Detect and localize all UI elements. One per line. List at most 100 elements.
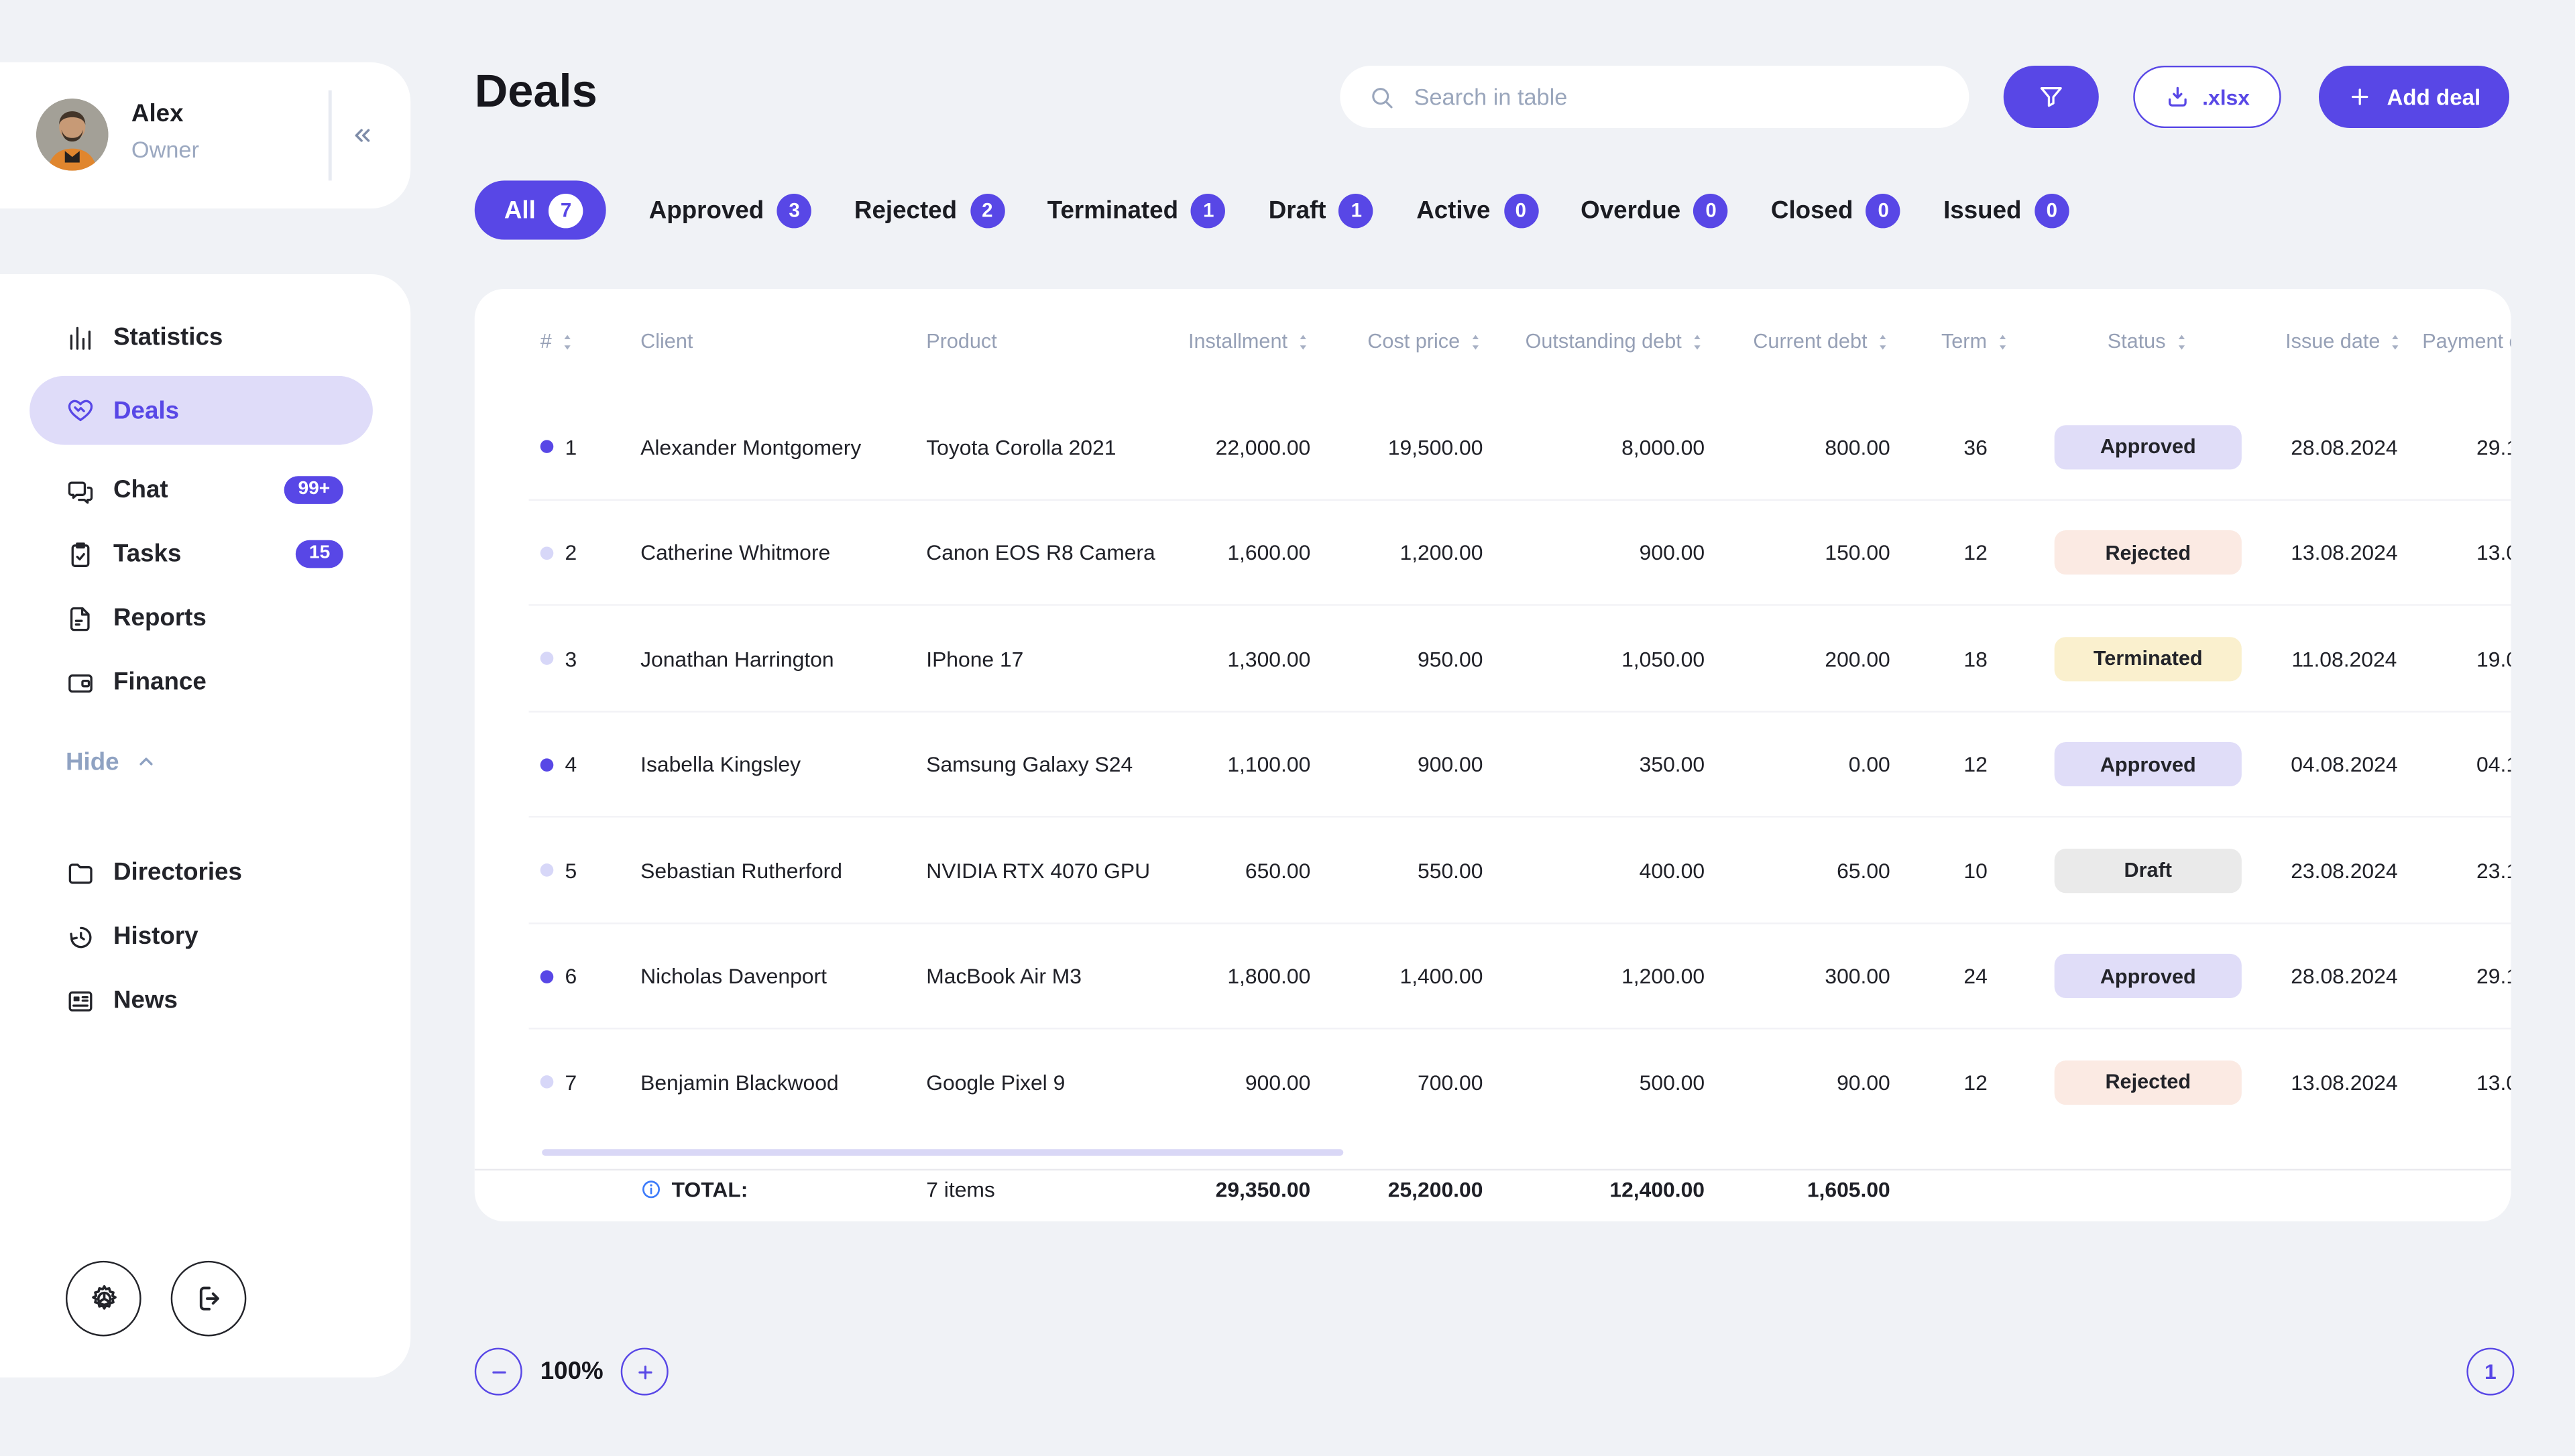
column-label: Status <box>2108 330 2166 353</box>
tab-label: Issued <box>1943 196 2021 225</box>
cell-product: MacBook Air M3 <box>926 964 1172 989</box>
tab-closed[interactable]: Closed 0 <box>1771 193 1901 227</box>
tasks-icon <box>66 539 95 568</box>
collapse-sidebar-button[interactable] <box>338 112 384 158</box>
row-dot <box>540 546 554 560</box>
tab-issued[interactable]: Issued 0 <box>1943 193 2069 227</box>
table-row[interactable]: 7 Benjamin Blackwood Google Pixel 9 900.… <box>475 1030 2511 1136</box>
cell-issue-date: 04.08.2024 <box>2267 752 2423 777</box>
history-icon <box>66 922 95 951</box>
column-header-cost[interactable]: Cost price <box>1310 330 1483 353</box>
cell-installment: 1,100.00 <box>1173 752 1311 777</box>
filter-button[interactable] <box>2004 66 2099 128</box>
tab-terminated[interactable]: Terminated 1 <box>1047 193 1226 227</box>
info-icon[interactable] <box>640 1178 662 1200</box>
search-input[interactable] <box>1411 82 1969 111</box>
cell-client: Benjamin Blackwood <box>640 1070 926 1095</box>
status-badge: Approved <box>2055 954 2242 998</box>
sidebar-item-label: Reports <box>113 604 207 632</box>
table-row[interactable]: 1 Alexander Montgomery Toyota Corolla 20… <box>475 394 2511 500</box>
funnel-icon <box>2037 82 2066 111</box>
cell-num: 4 <box>565 752 577 777</box>
row-dot <box>540 652 554 666</box>
sort-icon <box>2174 330 2189 352</box>
cell-outstanding-debt: 900.00 <box>1483 540 1705 565</box>
sort-icon <box>560 330 575 352</box>
export-xlsx-button[interactable]: .xlsx <box>2133 66 2281 128</box>
sidebar-item-deals[interactable]: Deals <box>30 376 373 445</box>
sidebar-item-statistics[interactable]: Statistics <box>0 306 410 370</box>
settings-button[interactable] <box>66 1261 141 1337</box>
sidebar-item-directories[interactable]: Directories <box>0 841 410 905</box>
page-number-button[interactable]: 1 <box>2466 1348 2514 1396</box>
cell-cost-price: 900.00 <box>1310 752 1483 777</box>
sidebar-item-chat[interactable]: Chat 99+ <box>0 458 410 522</box>
cell-product: Samsung Galaxy S24 <box>926 752 1172 777</box>
news-icon <box>66 986 95 1016</box>
zoom-in-button[interactable] <box>622 1348 669 1396</box>
column-header-current[interactable]: Current debt <box>1705 330 1921 353</box>
column-label: Term <box>1941 330 1987 353</box>
tab-count-badge: 0 <box>1866 193 1900 227</box>
cell-cost-price: 700.00 <box>1310 1070 1483 1095</box>
total-current-debt: 1,605.00 <box>1705 1177 1921 1202</box>
tab-count-badge: 0 <box>2035 193 2069 227</box>
table-row[interactable]: 3 Jonathan Harrington IPhone 17 1,300.00… <box>475 606 2511 712</box>
sidebar-nav-main: Statistics Deals Chat 99+ Tasks 15 Repor… <box>0 274 410 714</box>
add-deal-button[interactable]: Add deal <box>2319 66 2509 128</box>
tab-approved[interactable]: Approved 3 <box>649 193 811 227</box>
row-dot <box>540 758 554 772</box>
tab-overdue[interactable]: Overdue 0 <box>1581 193 1728 227</box>
column-header-num[interactable]: # <box>540 330 640 353</box>
minus-icon <box>487 1360 510 1383</box>
cell-term: 36 <box>1921 434 2030 459</box>
plus-icon <box>2348 84 2374 110</box>
cell-cost-price: 1,400.00 <box>1310 964 1483 989</box>
cell-product: NVIDIA RTX 4070 GPU <box>926 858 1172 883</box>
column-header-installment[interactable]: Installment <box>1173 330 1311 353</box>
tab-all[interactable]: All 7 <box>475 180 606 239</box>
cell-status: Terminated <box>2030 637 2267 681</box>
cell-status: Rejected <box>2030 1060 2267 1104</box>
tab-label: Overdue <box>1581 196 1680 225</box>
column-header-outstanding[interactable]: Outstanding debt <box>1483 330 1705 353</box>
cell-cost-price: 950.00 <box>1310 646 1483 671</box>
download-icon <box>2165 84 2191 110</box>
cell-outstanding-debt: 350.00 <box>1483 752 1705 777</box>
logout-button[interactable] <box>171 1261 247 1337</box>
tab-rejected[interactable]: Rejected 2 <box>854 193 1005 227</box>
sidebar-item-news[interactable]: News <box>0 969 410 1033</box>
tab-draft[interactable]: Draft 1 <box>1269 193 1374 227</box>
cell-product: IPhone 17 <box>926 646 1172 671</box>
tab-label: Draft <box>1269 196 1326 225</box>
sidebar-item-label: Finance <box>113 668 207 696</box>
zoom-out-button[interactable] <box>475 1348 522 1396</box>
tab-label: Rejected <box>854 196 957 225</box>
column-header-term[interactable]: Term <box>1921 330 2030 353</box>
sidebar-hide-button[interactable]: Hide <box>0 737 410 786</box>
cell-status: Approved <box>2030 743 2267 787</box>
table-total-row: TOTAL: 7 items 29,350.00 25,200.00 12,40… <box>475 1169 2511 1221</box>
profile-card[interactable]: Alex Owner <box>0 62 410 208</box>
sidebar-item-reports[interactable]: Reports <box>0 586 410 650</box>
tab-active[interactable]: Active 0 <box>1416 193 1538 227</box>
cell-payment-date: 29.1 <box>2422 434 2511 459</box>
table-row[interactable]: 6 Nicholas Davenport MacBook Air M3 1,80… <box>475 924 2511 1030</box>
sidebar-item-tasks[interactable]: Tasks 15 <box>0 522 410 587</box>
column-header-issue[interactable]: Issue date <box>2267 330 2423 353</box>
table-row[interactable]: 4 Isabella Kingsley Samsung Galaxy S24 1… <box>475 712 2511 818</box>
table-row[interactable]: 5 Sebastian Rutherford NVIDIA RTX 4070 G… <box>475 818 2511 924</box>
column-label: Installment <box>1188 330 1288 353</box>
sidebar-item-finance[interactable]: Finance <box>0 650 410 715</box>
table-row[interactable]: 2 Catherine Whitmore Canon EOS R8 Camera… <box>475 500 2511 606</box>
cell-status: Rejected <box>2030 531 2267 575</box>
tab-label: All <box>504 196 536 225</box>
sidebar-item-history[interactable]: History <box>0 904 410 969</box>
horizontal-scrollbar[interactable] <box>542 1149 1343 1156</box>
cell-current-debt: 0.00 <box>1705 752 1921 777</box>
column-header-status[interactable]: Status <box>2030 330 2267 353</box>
status-badge: Approved <box>2055 425 2242 469</box>
column-label: Cost price <box>1367 330 1460 353</box>
cell-issue-date: 11.08.2024 <box>2267 646 2423 671</box>
column-header-payment: Payment da <box>2422 330 2511 353</box>
